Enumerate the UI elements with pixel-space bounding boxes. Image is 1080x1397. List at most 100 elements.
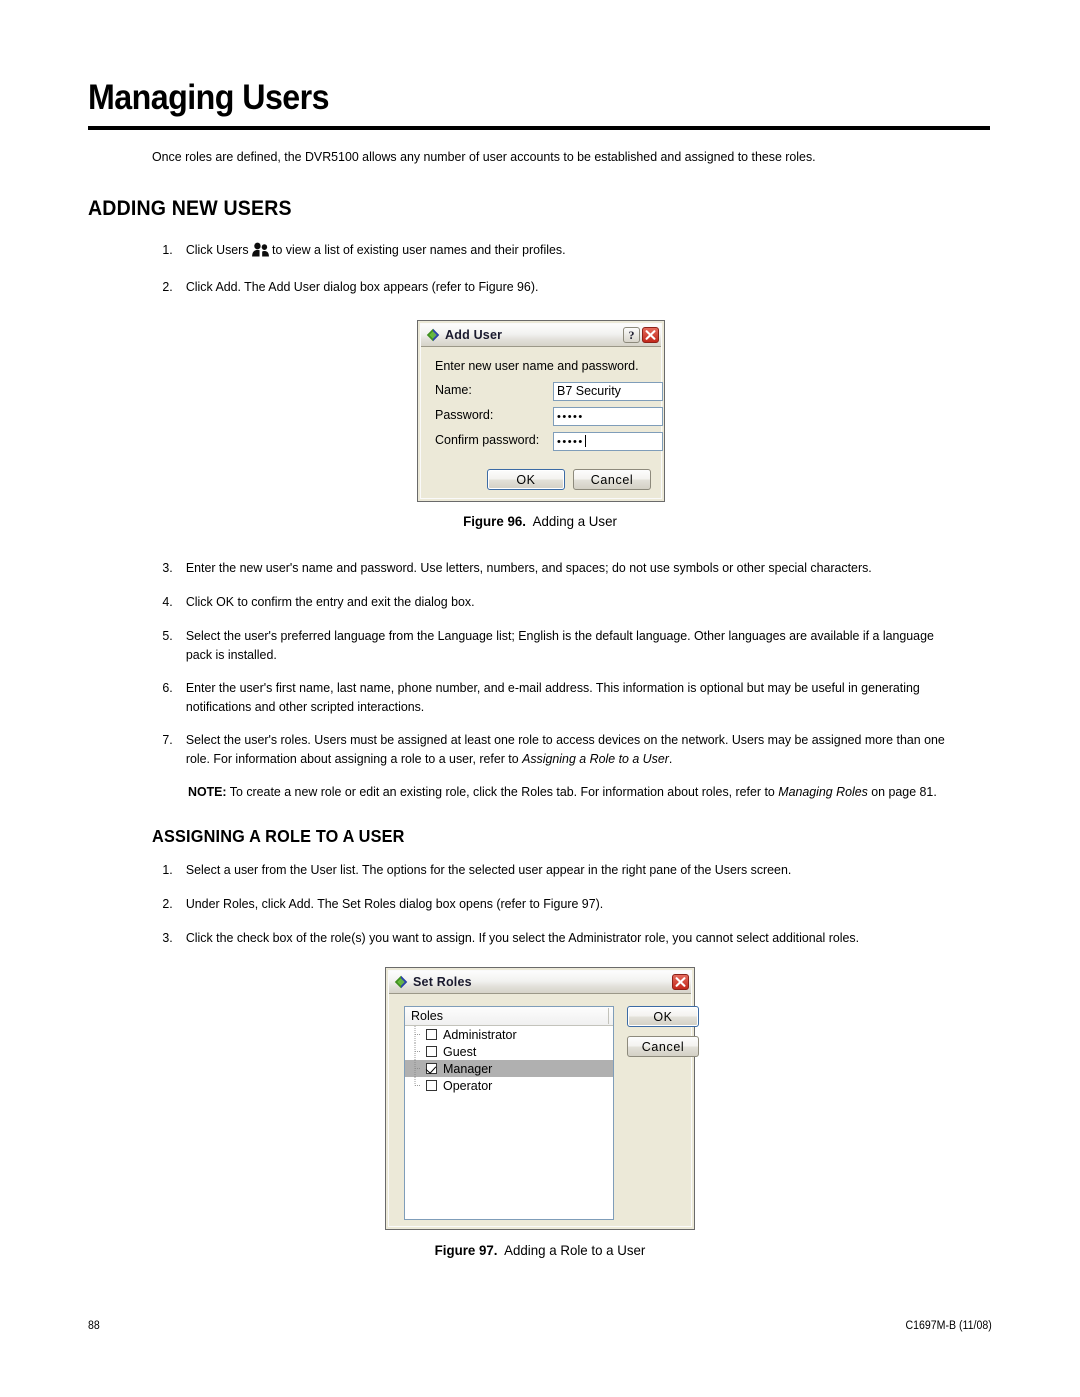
note-italic: Managing Roles xyxy=(778,784,868,799)
step-number: 3. xyxy=(162,560,173,575)
list-item: 5. Select the user's preferred language … xyxy=(152,627,949,664)
figure-96-caption: Figure 96. Adding a User xyxy=(27,513,1053,529)
name-field-row: Name: B7 Security xyxy=(435,382,663,401)
list-item[interactable]: Administrator xyxy=(405,1026,613,1043)
list-item: 2. Click Add. The Add User dialog box ap… xyxy=(152,278,940,297)
note-block: NOTE: To create a new role or edit an ex… xyxy=(188,783,951,801)
add-user-title: Add User xyxy=(445,328,503,342)
role-label: Operator xyxy=(443,1078,493,1093)
step-text: Click Add. The Add User dialog box appea… xyxy=(185,279,539,294)
role-checkbox[interactable] xyxy=(426,1029,437,1040)
note-label: NOTE: xyxy=(188,784,227,799)
intro-paragraph: Once roles are defined, the DVR5100 allo… xyxy=(152,149,816,164)
list-item: 6. Enter the user's first name, last nam… xyxy=(152,679,949,716)
step-number: 2. xyxy=(162,896,173,911)
set-roles-dialog-inner: Set Roles Roles Administrator Guest Mana… xyxy=(388,970,699,1227)
ok-button[interactable]: OK xyxy=(627,1006,699,1027)
add-user-dialog[interactable]: Add User ? Enter new user name and passw… xyxy=(417,320,665,502)
figure-97-label: Figure 97. xyxy=(434,1242,498,1258)
set-roles-title: Set Roles xyxy=(413,975,472,989)
list-item: 1. Select a user from the User list. The… xyxy=(152,861,949,880)
document-page: Managing Users Once roles are defined, t… xyxy=(0,0,1080,1397)
footer-page-number: 88 xyxy=(88,1320,100,1332)
cancel-button[interactable]: Cancel xyxy=(573,469,651,490)
diamond-icon xyxy=(426,328,440,342)
step-number: 1. xyxy=(162,862,173,877)
cancel-button[interactable]: Cancel xyxy=(627,1036,699,1057)
list-item[interactable]: Operator xyxy=(405,1077,613,1094)
password-field-row: Password: ••••• xyxy=(435,407,663,426)
confirm-password-value: ••••• xyxy=(557,436,584,448)
step-text: Select the user's roles. Users must be a… xyxy=(186,731,949,768)
role-checkbox[interactable] xyxy=(426,1080,437,1091)
ok-button[interactable]: OK xyxy=(487,469,565,490)
step-number: 2. xyxy=(162,279,173,294)
step-text-post: to view a list of existing user names an… xyxy=(272,242,566,257)
title-rule xyxy=(88,126,990,130)
step-text-italic: Assigning a Role to a User xyxy=(522,750,669,766)
confirm-password-field-row: Confirm password: ••••• xyxy=(435,432,663,451)
figure-96-text: Adding a User xyxy=(532,513,617,529)
role-checkbox[interactable] xyxy=(426,1063,437,1074)
figure-97-caption: Figure 97. Adding a Role to a User xyxy=(27,1242,1053,1258)
step-number: 4. xyxy=(162,594,173,609)
step-text: Click OK to confirm the entry and exit t… xyxy=(185,594,475,609)
users-icon xyxy=(251,242,269,257)
step-number: 6. xyxy=(162,680,173,695)
close-icon[interactable] xyxy=(642,327,659,343)
figure-97-text: Adding a Role to a User xyxy=(504,1242,646,1258)
tree-branch-icon xyxy=(410,1060,426,1077)
step-text: Enter the user's first name, last name, … xyxy=(185,680,920,714)
help-button[interactable]: ? xyxy=(623,327,640,343)
set-roles-titlebar[interactable]: Set Roles xyxy=(389,971,691,994)
list-item[interactable]: Manager xyxy=(405,1060,613,1077)
footer-document-id: C1697M-B (11/08) xyxy=(905,1320,992,1332)
role-label: Guest xyxy=(443,1044,477,1059)
name-input[interactable]: B7 Security xyxy=(553,382,663,401)
step-text: Click Users to view a list of existing us… xyxy=(186,241,940,260)
section-heading-assigning-role: ASSIGNING A ROLE TO A USER xyxy=(152,826,405,846)
step-number: 3. xyxy=(162,930,173,945)
note-post: on page 81. xyxy=(867,784,937,799)
close-icon[interactable] xyxy=(672,974,689,990)
step-text: Enter the new user's name and password. … xyxy=(185,560,872,575)
step-text-post: . xyxy=(668,750,673,766)
diamond-icon xyxy=(394,975,408,989)
password-input[interactable]: ••••• xyxy=(553,407,663,426)
set-roles-dialog[interactable]: Set Roles Roles Administrator Guest Mana… xyxy=(385,967,699,1230)
set-roles-body: Roles Administrator Guest Manager Operat… xyxy=(389,994,699,1226)
role-checkbox[interactable] xyxy=(426,1046,437,1057)
step-text-pre: Click Users xyxy=(185,242,249,257)
name-field-label: Name: xyxy=(435,383,472,397)
page-title: Managing Users xyxy=(88,78,330,117)
tree-branch-icon xyxy=(410,1077,426,1094)
note-pre: To create a new role or edit an existing… xyxy=(226,784,779,799)
step-text: Click the check box of the role(s) you w… xyxy=(185,930,860,945)
tree-branch-icon xyxy=(410,1043,426,1060)
step-number: 5. xyxy=(162,628,173,643)
text-caret xyxy=(584,435,586,447)
list-item[interactable]: Guest xyxy=(405,1043,613,1060)
tree-branch-icon xyxy=(410,1026,426,1043)
step-text: Under Roles, click Add. The Set Roles di… xyxy=(185,896,604,911)
step-text: Select the user's preferred language fro… xyxy=(185,628,934,662)
role-label: Manager xyxy=(443,1061,493,1076)
list-item: 4. Click OK to confirm the entry and exi… xyxy=(152,593,949,612)
roles-column-header: Roles xyxy=(405,1007,613,1026)
add-user-dialog-inner: Add User ? Enter new user name and passw… xyxy=(420,323,663,499)
list-item: 3. Click the check box of the role(s) yo… xyxy=(152,929,949,948)
step-text: Select a user from the User list. The op… xyxy=(185,862,792,877)
role-label: Administrator xyxy=(443,1027,517,1042)
add-user-prompt: Enter new user name and password. xyxy=(435,359,639,373)
add-user-titlebar[interactable]: Add User ? xyxy=(421,324,661,347)
roles-listbox[interactable]: Roles Administrator Guest Manager Operat… xyxy=(404,1006,614,1220)
confirm-password-input[interactable]: ••••• xyxy=(553,432,663,451)
step-number: 7. xyxy=(162,732,173,747)
step-number: 1. xyxy=(162,242,173,257)
section-heading-adding-new-users: ADDING NEW USERS xyxy=(88,197,292,220)
list-item: 3. Enter the new user's name and passwor… xyxy=(152,559,949,578)
figure-96-label: Figure 96. xyxy=(463,513,526,529)
add-user-body: Enter new user name and password. Name: … xyxy=(421,347,663,498)
list-item: 2. Under Roles, click Add. The Set Roles… xyxy=(152,895,949,914)
list-item: 1. Click Users to view a list of existing… xyxy=(152,241,940,260)
